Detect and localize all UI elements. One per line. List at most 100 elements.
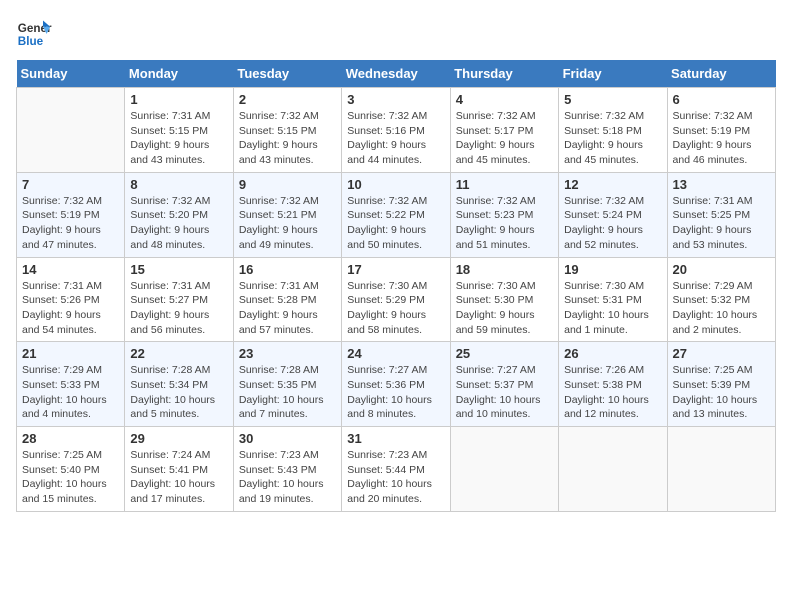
day-detail: Sunrise: 7:32 AMSunset: 5:20 PMDaylight:… (130, 194, 227, 253)
day-detail: Sunrise: 7:32 AMSunset: 5:19 PMDaylight:… (673, 109, 770, 168)
day-detail: Sunrise: 7:27 AMSunset: 5:36 PMDaylight:… (347, 363, 444, 422)
logo-icon: General Blue (16, 16, 52, 52)
day-detail: Sunrise: 7:24 AMSunset: 5:41 PMDaylight:… (130, 448, 227, 507)
day-of-week-header: Tuesday (233, 60, 341, 88)
day-detail: Sunrise: 7:32 AMSunset: 5:19 PMDaylight:… (22, 194, 119, 253)
calendar-week-row: 28 Sunrise: 7:25 AMSunset: 5:40 PMDayligh… (17, 427, 776, 512)
day-detail: Sunrise: 7:28 AMSunset: 5:34 PMDaylight:… (130, 363, 227, 422)
calendar-cell: 17 Sunrise: 7:30 AMSunset: 5:29 PMDayligh… (342, 257, 450, 342)
calendar-cell: 28 Sunrise: 7:25 AMSunset: 5:40 PMDayligh… (17, 427, 125, 512)
day-of-week-header: Monday (125, 60, 233, 88)
calendar-cell: 14 Sunrise: 7:31 AMSunset: 5:26 PMDayligh… (17, 257, 125, 342)
day-detail: Sunrise: 7:32 AMSunset: 5:18 PMDaylight:… (564, 109, 661, 168)
day-number: 24 (347, 346, 444, 361)
day-detail: Sunrise: 7:32 AMSunset: 5:23 PMDaylight:… (456, 194, 553, 253)
day-number: 16 (239, 262, 336, 277)
day-number: 14 (22, 262, 119, 277)
day-detail: Sunrise: 7:32 AMSunset: 5:21 PMDaylight:… (239, 194, 336, 253)
day-detail: Sunrise: 7:27 AMSunset: 5:37 PMDaylight:… (456, 363, 553, 422)
svg-text:Blue: Blue (18, 35, 44, 48)
day-detail: Sunrise: 7:31 AMSunset: 5:26 PMDaylight:… (22, 279, 119, 338)
calendar-week-row: 14 Sunrise: 7:31 AMSunset: 5:26 PMDayligh… (17, 257, 776, 342)
day-detail: Sunrise: 7:23 AMSunset: 5:43 PMDaylight:… (239, 448, 336, 507)
calendar-cell: 20 Sunrise: 7:29 AMSunset: 5:32 PMDayligh… (667, 257, 775, 342)
day-number: 15 (130, 262, 227, 277)
day-detail: Sunrise: 7:30 AMSunset: 5:31 PMDaylight:… (564, 279, 661, 338)
day-number: 28 (22, 431, 119, 446)
logo: General Blue (16, 16, 52, 52)
day-number: 13 (673, 177, 770, 192)
calendar-cell: 7Sunrise: 7:32 AMSunset: 5:19 PMDaylight… (17, 172, 125, 257)
day-detail: Sunrise: 7:31 AMSunset: 5:28 PMDaylight:… (239, 279, 336, 338)
day-number: 29 (130, 431, 227, 446)
day-number: 20 (673, 262, 770, 277)
day-number: 1 (130, 92, 227, 107)
day-detail: Sunrise: 7:32 AMSunset: 5:24 PMDaylight:… (564, 194, 661, 253)
day-number: 6 (673, 92, 770, 107)
calendar-cell: 30Sunrise: 7:23 AMSunset: 5:43 PMDayligh… (233, 427, 341, 512)
day-number: 21 (22, 346, 119, 361)
day-detail: Sunrise: 7:31 AMSunset: 5:25 PMDaylight:… (673, 194, 770, 253)
day-number: 17 (347, 262, 444, 277)
calendar-cell: 10Sunrise: 7:32 AMSunset: 5:22 PMDayligh… (342, 172, 450, 257)
calendar-cell (667, 427, 775, 512)
day-number: 22 (130, 346, 227, 361)
calendar-cell: 3Sunrise: 7:32 AMSunset: 5:16 PMDaylight… (342, 88, 450, 173)
calendar-cell: 9 Sunrise: 7:32 AMSunset: 5:21 PMDaylight… (233, 172, 341, 257)
day-number: 9 (239, 177, 336, 192)
calendar-cell: 13 Sunrise: 7:31 AMSunset: 5:25 PMDayligh… (667, 172, 775, 257)
day-number: 18 (456, 262, 553, 277)
day-number: 31 (347, 431, 444, 446)
calendar-cell: 18 Sunrise: 7:30 AMSunset: 5:30 PMDayligh… (450, 257, 558, 342)
day-detail: Sunrise: 7:30 AMSunset: 5:30 PMDaylight:… (456, 279, 553, 338)
day-detail: Sunrise: 7:29 AMSunset: 5:33 PMDaylight:… (22, 363, 119, 422)
day-of-week-header: Thursday (450, 60, 558, 88)
calendar-cell: 8 Sunrise: 7:32 AMSunset: 5:20 PMDaylight… (125, 172, 233, 257)
calendar-week-row: 21 Sunrise: 7:29 AMSunset: 5:33 PMDayligh… (17, 342, 776, 427)
day-detail: Sunrise: 7:23 AMSunset: 5:44 PMDaylight:… (347, 448, 444, 507)
calendar-cell: 26 Sunrise: 7:26 AMSunset: 5:38 PMDayligh… (559, 342, 667, 427)
day-number: 11 (456, 177, 553, 192)
day-detail: Sunrise: 7:30 AMSunset: 5:29 PMDaylight:… (347, 279, 444, 338)
day-detail: Sunrise: 7:25 AMSunset: 5:39 PMDaylight:… (673, 363, 770, 422)
calendar-cell: 27 Sunrise: 7:25 AMSunset: 5:39 PMDayligh… (667, 342, 775, 427)
day-number: 5 (564, 92, 661, 107)
calendar-cell: 24 Sunrise: 7:27 AMSunset: 5:36 PMDayligh… (342, 342, 450, 427)
calendar-cell: 15 Sunrise: 7:31 AMSunset: 5:27 PMDayligh… (125, 257, 233, 342)
calendar-cell: 21 Sunrise: 7:29 AMSunset: 5:33 PMDayligh… (17, 342, 125, 427)
day-number: 4 (456, 92, 553, 107)
calendar-cell: 31 Sunrise: 7:23 AMSunset: 5:44 PMDayligh… (342, 427, 450, 512)
day-detail: Sunrise: 7:25 AMSunset: 5:40 PMDaylight:… (22, 448, 119, 507)
day-detail: Sunrise: 7:28 AMSunset: 5:35 PMDaylight:… (239, 363, 336, 422)
day-number: 27 (673, 346, 770, 361)
calendar-week-row: 1 Sunrise: 7:31 AMSunset: 5:15 PMDaylight… (17, 88, 776, 173)
calendar-cell: 22 Sunrise: 7:28 AMSunset: 5:34 PMDayligh… (125, 342, 233, 427)
calendar-cell: 12 Sunrise: 7:32 AMSunset: 5:24 PMDayligh… (559, 172, 667, 257)
calendar-cell: 25 Sunrise: 7:27 AMSunset: 5:37 PMDayligh… (450, 342, 558, 427)
day-number: 12 (564, 177, 661, 192)
calendar-cell: 11 Sunrise: 7:32 AMSunset: 5:23 PMDayligh… (450, 172, 558, 257)
calendar-cell: 6 Sunrise: 7:32 AMSunset: 5:19 PMDaylight… (667, 88, 775, 173)
calendar-cell: 5 Sunrise: 7:32 AMSunset: 5:18 PMDaylight… (559, 88, 667, 173)
day-detail: Sunrise: 7:29 AMSunset: 5:32 PMDaylight:… (673, 279, 770, 338)
day-detail: Sunrise: 7:31 AMSunset: 5:15 PMDaylight:… (130, 109, 227, 168)
day-number: 2 (239, 92, 336, 107)
calendar-cell: 19Sunrise: 7:30 AMSunset: 5:31 PMDayligh… (559, 257, 667, 342)
calendar-cell (559, 427, 667, 512)
day-detail: Sunrise: 7:32 AMSunset: 5:15 PMDaylight:… (239, 109, 336, 168)
day-number: 25 (456, 346, 553, 361)
day-detail: Sunrise: 7:26 AMSunset: 5:38 PMDaylight:… (564, 363, 661, 422)
day-detail: Sunrise: 7:31 AMSunset: 5:27 PMDaylight:… (130, 279, 227, 338)
calendar-cell: 4Sunrise: 7:32 AMSunset: 5:17 PMDaylight… (450, 88, 558, 173)
day-number: 26 (564, 346, 661, 361)
day-of-week-header: Wednesday (342, 60, 450, 88)
day-detail: Sunrise: 7:32 AMSunset: 5:16 PMDaylight:… (347, 109, 444, 168)
calendar-week-row: 7Sunrise: 7:32 AMSunset: 5:19 PMDaylight… (17, 172, 776, 257)
day-number: 8 (130, 177, 227, 192)
calendar-cell: 16 Sunrise: 7:31 AMSunset: 5:28 PMDayligh… (233, 257, 341, 342)
calendar-cell (450, 427, 558, 512)
calendar-cell: 1 Sunrise: 7:31 AMSunset: 5:15 PMDaylight… (125, 88, 233, 173)
day-of-week-header: Saturday (667, 60, 775, 88)
calendar-cell (17, 88, 125, 173)
day-number: 10 (347, 177, 444, 192)
